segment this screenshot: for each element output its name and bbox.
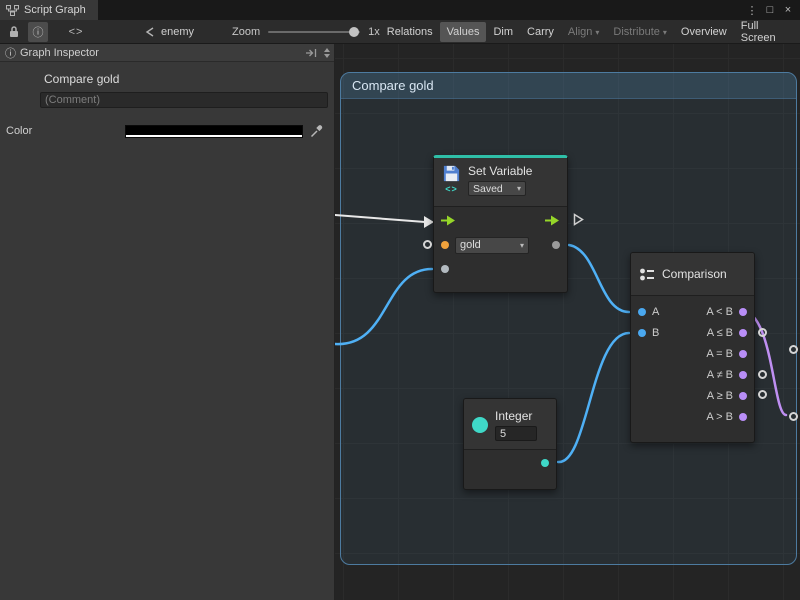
graph-breadcrumb[interactable]: enemy — [144, 26, 194, 38]
flow-continue-icon[interactable] — [573, 213, 584, 226]
zoom-slider-handle[interactable] — [349, 27, 359, 37]
unconnected-port-circle[interactable] — [758, 328, 767, 337]
set-variable-header: <> Set Variable Saved ▾ — [434, 158, 567, 206]
graph-inspector-header: ⓘ Graph Inspector — [0, 44, 334, 62]
lock-button[interactable] — [4, 22, 24, 42]
unconnected-port-circle[interactable] — [758, 390, 767, 399]
tab-script-graph[interactable]: Script Graph — [0, 0, 98, 20]
graph-name: enemy — [161, 26, 194, 38]
group-title: Compare gold — [352, 78, 434, 93]
flow-input-port[interactable] — [441, 215, 456, 226]
dock-icon[interactable] — [305, 48, 318, 58]
output-port[interactable] — [739, 329, 747, 337]
values-button[interactable]: Values — [440, 22, 487, 42]
distribute-button[interactable]: Distribute▾ — [606, 22, 673, 42]
graph-inspector-panel: ⓘ Graph Inspector Compare gold Color — [0, 44, 335, 600]
comparison-icon — [639, 267, 655, 282]
node-comparison[interactable]: Comparison A A < B B A ≤ B A = B — [630, 252, 755, 443]
dim-button[interactable]: Dim — [486, 22, 520, 42]
input-port-a[interactable] — [638, 308, 646, 316]
unconnected-port-circle[interactable] — [758, 370, 767, 379]
graph-canvas[interactable]: Compare gold <> — [335, 44, 800, 600]
color-label: Color — [6, 125, 125, 137]
node-title: Comparison — [662, 267, 727, 281]
color-swatch[interactable] — [125, 125, 303, 138]
unconnected-port-circle[interactable] — [423, 240, 432, 249]
zoom-control: Zoom 1x — [232, 26, 380, 38]
chevron-down-icon: ▾ — [517, 184, 521, 193]
full-screen-button[interactable]: Full Screen — [734, 22, 798, 42]
tab-label: Script Graph — [24, 4, 86, 16]
chevron-down-icon: ▾ — [520, 241, 524, 250]
inspector-title: Graph Inspector — [20, 47, 305, 59]
comparison-header: Comparison — [631, 253, 754, 295]
edit-graph-button[interactable]: <> — [66, 22, 86, 42]
save-variable-icon — [442, 164, 461, 183]
relations-button[interactable]: Relations — [380, 22, 440, 42]
output-port[interactable] — [739, 413, 747, 421]
comparison-row: B A ≤ B — [631, 322, 754, 343]
info-icon: ⓘ — [5, 45, 16, 61]
carry-button[interactable]: Carry — [520, 22, 561, 42]
comparison-row: A ≥ B — [631, 385, 754, 406]
output-port[interactable] — [739, 392, 747, 400]
integer-value-field[interactable]: 5 — [495, 426, 537, 441]
integer-header: Integer 5 — [464, 399, 556, 449]
window-titlebar: Script Graph ⋮ □ × — [0, 0, 800, 20]
script-graph-icon — [6, 5, 19, 16]
window-controls: ⋮ □ × — [743, 0, 800, 20]
variable-name-port[interactable] — [441, 241, 449, 249]
window-close-button[interactable]: × — [779, 1, 797, 19]
graph-toolbar: ⓘ <> enemy Zoom 1x Relations Values Dim … — [0, 20, 800, 44]
chevron-down-icon: ▾ — [595, 28, 599, 37]
variable-name-dropdown[interactable]: gold ▾ — [455, 237, 529, 254]
integer-icon — [472, 417, 488, 433]
code-badge-icon: <> — [445, 184, 458, 194]
zoom-label: Zoom — [232, 26, 260, 38]
comparison-row: A A < B — [631, 301, 754, 322]
integer-output-port[interactable] — [541, 459, 549, 467]
inspected-graph-title: Compare gold — [44, 72, 326, 86]
parent-graph-icon — [144, 27, 156, 37]
align-button[interactable]: Align▾ — [561, 22, 606, 42]
code-icon: <> — [69, 26, 84, 38]
variable-output-port[interactable] — [552, 241, 560, 249]
node-title: Integer — [495, 409, 537, 423]
comparison-row: A > B — [631, 406, 754, 427]
zoom-slider[interactable] — [268, 31, 360, 33]
eyedropper-button[interactable] — [310, 124, 324, 138]
output-port[interactable] — [739, 350, 747, 358]
group-header[interactable]: Compare gold — [341, 73, 796, 99]
window-restore-button[interactable]: □ — [761, 1, 779, 19]
node-integer[interactable]: Integer 5 — [463, 398, 557, 490]
input-port-b[interactable] — [638, 329, 646, 337]
value-input-port[interactable] — [441, 265, 449, 273]
chevron-down-icon: ▾ — [663, 28, 667, 37]
comparison-row: A = B — [631, 343, 754, 364]
inspector-toggle-button[interactable]: ⓘ — [28, 22, 48, 42]
panel-spinner-icon[interactable] — [324, 48, 330, 58]
node-set-variable[interactable]: <> Set Variable Saved ▾ — [433, 155, 568, 293]
comparison-row: A ≠ B — [631, 364, 754, 385]
node-title: Set Variable — [468, 164, 532, 178]
variable-scope-dropdown[interactable]: Saved ▾ — [468, 181, 526, 196]
overview-button[interactable]: Overview — [674, 22, 734, 42]
eyedropper-icon — [310, 124, 324, 138]
comment-input[interactable] — [40, 92, 328, 108]
output-port[interactable] — [739, 371, 747, 379]
lock-icon — [8, 25, 20, 38]
zoom-value: 1x — [368, 26, 380, 38]
unconnected-port-circle[interactable] — [789, 345, 798, 354]
window-menu-button[interactable]: ⋮ — [743, 1, 761, 19]
unconnected-port-circle[interactable] — [789, 412, 798, 421]
output-port[interactable] — [739, 308, 747, 316]
toolbar-buttons: Relations Values Dim Carry Align▾ Distri… — [380, 20, 800, 43]
flow-output-port[interactable] — [545, 215, 560, 226]
color-field-row: Color — [0, 124, 334, 138]
